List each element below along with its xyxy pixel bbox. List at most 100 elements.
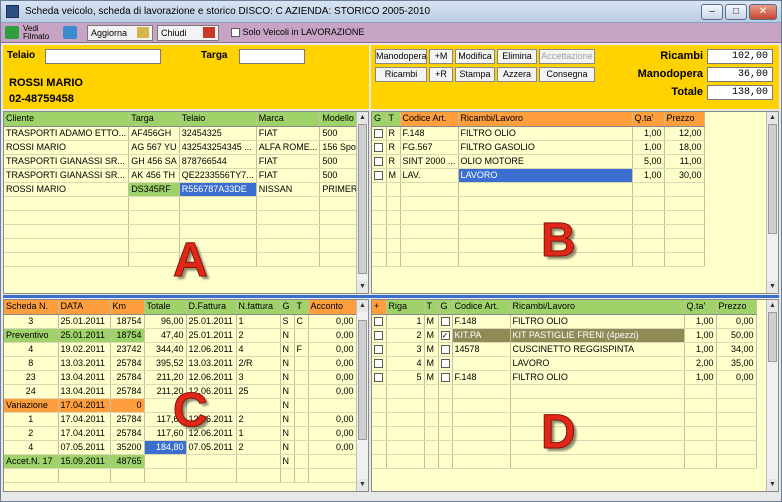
scroll-down-icon[interactable]: ▼: [767, 281, 778, 293]
vertical-scrollbar[interactable]: ▲ ▼: [766, 300, 778, 491]
table-row[interactable]: 2M KIT.PA KIT PASTIGLIE FRENI (4pezzi) 1,00…: [372, 328, 757, 343]
table-row[interactable]: TRASPORTI GIANASSI SR... AK 456 TH QE22335…: [4, 168, 368, 183]
table-row[interactable]: TRASPORTI GIANASSI SR... GH 456 SA 8787665…: [4, 154, 368, 169]
column-header[interactable]: Riga: [386, 300, 425, 315]
row-checkbox[interactable]: [440, 372, 450, 382]
scroll-down-icon[interactable]: ▼: [767, 479, 778, 491]
scroll-up-icon[interactable]: ▲: [357, 112, 368, 124]
column-header[interactable]: Q.ta': [632, 112, 665, 127]
close-window-button[interactable]: ✕: [749, 4, 777, 20]
column-header[interactable]: N.fattura: [236, 300, 281, 315]
job-button-azzera[interactable]: Azzera: [497, 67, 537, 82]
scroll-thumb[interactable]: [768, 312, 777, 362]
scroll-thumb[interactable]: [358, 124, 367, 274]
column-header[interactable]: +: [372, 300, 387, 315]
column-header[interactable]: T: [386, 112, 401, 127]
job-button-manodopera[interactable]: Manodopera: [375, 49, 427, 64]
table-row[interactable]: M LAV. LAVORO 1,00 30,00: [372, 168, 705, 183]
job-button-modifica[interactable]: Modifica: [455, 49, 495, 64]
column-header[interactable]: Codice Art.: [452, 300, 511, 315]
targa-input[interactable]: [239, 49, 305, 64]
table-row[interactable]: 4 19.02.2011 23742 344,40 12.06.2011 4 N F 0,00: [4, 342, 357, 357]
job-button-consegna[interactable]: Consegna: [539, 67, 595, 82]
table-row[interactable]: 3 M 14578 CUSCINETTO REGGISPINTA 1,00 34,00: [372, 342, 757, 357]
aggiorna-button[interactable]: Aggiorna: [87, 25, 153, 41]
chiudi-button[interactable]: Chiudi: [157, 25, 219, 41]
column-header[interactable]: Prezzo: [716, 300, 757, 315]
column-header[interactable]: Cliente: [4, 112, 130, 127]
job-button-elimina[interactable]: Elimina: [497, 49, 537, 64]
solo-veicoli-toggle[interactable]: Solo Veicoli in LAVORAZIONE: [231, 27, 364, 38]
column-header[interactable]: Scheda N.: [4, 300, 59, 315]
column-header[interactable]: Acconto: [308, 300, 357, 315]
job-button-accettazione[interactable]: Accettazione: [539, 49, 595, 64]
table-row[interactable]: 5 M F.148 FILTRO OLIO 1,00 0,00: [372, 370, 757, 385]
column-header[interactable]: Km: [110, 300, 145, 315]
table-row[interactable]: Preventivo 25.01.2011 18754 47,40 25.01.2011…: [4, 328, 357, 343]
column-header[interactable]: Q.ta': [684, 300, 717, 315]
table-row[interactable]: R F.148 FILTRO OLIO 1,00 12,00: [372, 126, 705, 141]
scroll-down-icon[interactable]: ▼: [357, 479, 368, 491]
table-row[interactable]: 8 13.03.2011 25784 395,52 13.03.2011 2/R N 0,00: [4, 356, 357, 371]
row-checkbox[interactable]: [440, 330, 450, 340]
scroll-up-icon[interactable]: ▲: [767, 300, 778, 312]
row-checkbox[interactable]: [374, 358, 383, 368]
column-header[interactable]: Totale: [144, 300, 187, 315]
solo-veicoli-checkbox[interactable]: [231, 28, 240, 38]
row-checkbox[interactable]: [374, 156, 383, 166]
column-header[interactable]: G: [280, 300, 295, 315]
table-row[interactable]: Accet.N. 17 15.09.2011 48765 N: [4, 454, 357, 469]
column-header[interactable]: G: [438, 300, 453, 315]
table-row[interactable]: 1 M F.148 FILTRO OLIO 1,00 0,00: [372, 314, 757, 329]
film-icon[interactable]: [5, 26, 19, 39]
vedi-filmato-button[interactable]: Vedi Filmato: [23, 25, 57, 41]
column-header[interactable]: Ricambi/Lavoro: [458, 112, 633, 127]
job-button-rplus[interactable]: +R: [429, 67, 453, 82]
column-header[interactable]: Marca: [256, 112, 321, 127]
column-header[interactable]: Telaio: [179, 112, 257, 127]
column-header[interactable]: DATA: [58, 300, 111, 315]
scroll-up-icon[interactable]: ▲: [357, 300, 368, 312]
table-row[interactable]: ROSSI MARIO AG 567 YU 432543254345 ... ALFA…: [4, 140, 368, 155]
row-checkbox[interactable]: [374, 316, 383, 326]
row-checkbox[interactable]: [374, 170, 383, 180]
table-row[interactable]: 4 M LAVORO 2,00 35,00: [372, 356, 757, 371]
table-row[interactable]: R FG.567 FILTRO GASOLIO 1,00 18,00: [372, 140, 705, 155]
column-header[interactable]: Prezzo: [664, 112, 705, 127]
vertical-scrollbar[interactable]: ▲ ▼: [356, 300, 368, 491]
job-button-ricambi[interactable]: Ricambi: [375, 67, 427, 82]
row-checkbox[interactable]: [440, 358, 450, 368]
column-header[interactable]: Ricambi/Lavoro: [510, 300, 685, 315]
minimize-button[interactable]: –: [701, 4, 723, 20]
history-detail-grid[interactable]: + Riga T G Codice Art. Ricambi/Lavoro Q.ta' Pre…: [371, 299, 779, 492]
table-row[interactable]: ROSSI MARIO DS345RF R556787A33DE NISSAN PRIM…: [4, 182, 368, 197]
vertical-scrollbar[interactable]: ▲ ▼: [766, 112, 778, 293]
row-checkbox[interactable]: [440, 316, 450, 326]
scroll-thumb[interactable]: [358, 320, 367, 440]
table-row[interactable]: 3 25.01.2011 18754 96,00 25.01.2011 1 S C 0,00: [4, 314, 357, 329]
scroll-up-icon[interactable]: ▲: [767, 112, 778, 124]
job-button-stampa[interactable]: Stampa: [455, 67, 495, 82]
row-checkbox[interactable]: [374, 142, 383, 152]
table-row[interactable]: 23 13.04.2011 25784 211,20 12.06.2011 3 N 0,00: [4, 370, 357, 385]
row-checkbox[interactable]: [374, 128, 383, 138]
column-header[interactable]: G: [372, 112, 387, 127]
table-row[interactable]: TRASPORTI ADAMO ETTO... AF456GH 32454325 FI…: [4, 126, 368, 141]
column-header[interactable]: Codice Art.: [400, 112, 459, 127]
row-checkbox[interactable]: [374, 372, 383, 382]
vertical-scrollbar[interactable]: ▲ ▼: [356, 112, 368, 293]
column-header[interactable]: T: [424, 300, 439, 315]
column-header[interactable]: D.Fattura: [186, 300, 237, 315]
row-checkbox[interactable]: [374, 330, 383, 340]
row-checkbox[interactable]: [440, 344, 450, 354]
column-header[interactable]: T: [294, 300, 309, 315]
column-header[interactable]: Targa: [128, 112, 180, 127]
scroll-down-icon[interactable]: ▼: [357, 281, 368, 293]
maximize-button[interactable]: □: [725, 4, 747, 20]
scroll-thumb[interactable]: [768, 124, 777, 234]
job-button-mplus[interactable]: +M: [429, 49, 453, 64]
table-row[interactable]: 4 07.05.2011 35200 184,80 07.05.2011 2 N 0,00: [4, 440, 357, 455]
row-checkbox[interactable]: [374, 344, 383, 354]
table-row[interactable]: R SINT 2000 ... OLIO MOTORE 5,00 11,00: [372, 154, 705, 169]
telaio-input[interactable]: [45, 49, 161, 64]
